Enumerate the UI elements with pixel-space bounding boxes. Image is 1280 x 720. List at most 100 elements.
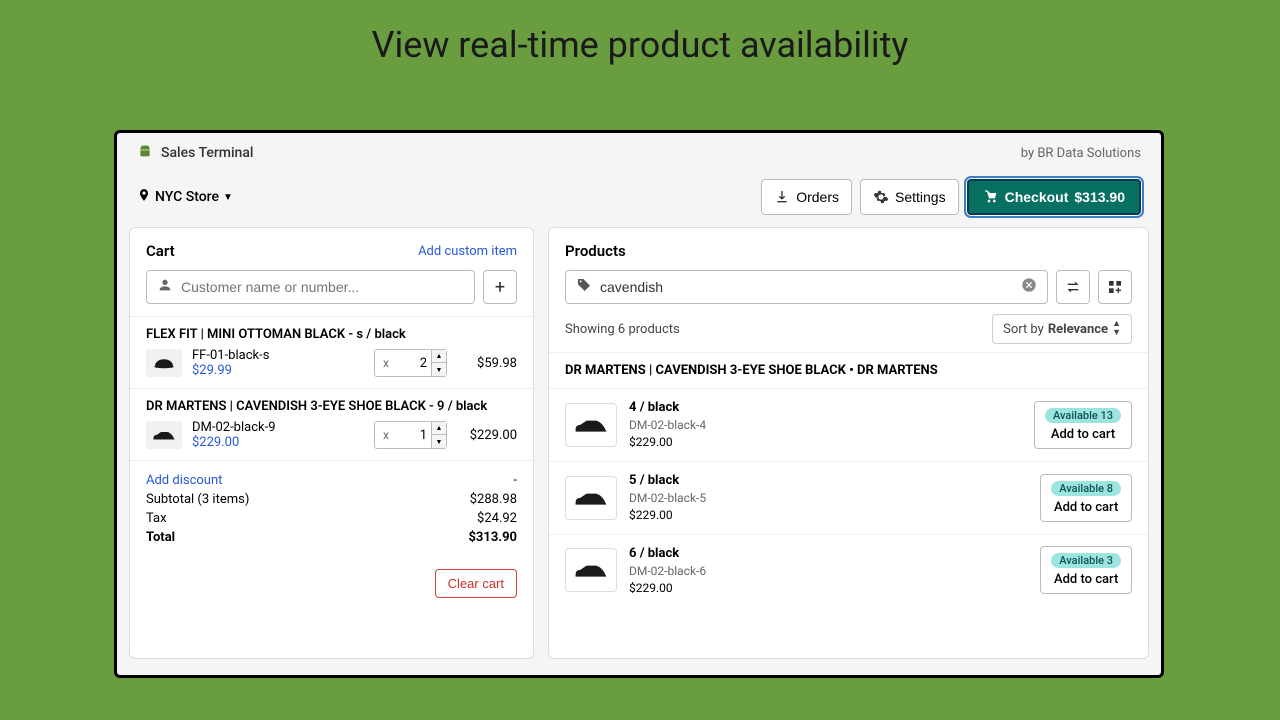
qty-up-button[interactable]: ▲ [432,422,446,435]
variant-thumbnail [565,476,617,520]
qty-value: 2 [397,356,431,371]
topbar-actions: Orders Settings Checkout $313.90 [761,179,1141,215]
caret-down-icon: ▼ [223,192,233,203]
clear-cart-button[interactable]: Clear cart [435,569,517,598]
location-icon [137,188,151,206]
store-selector[interactable]: NYC Store ▼ [137,188,233,206]
checkout-total: $313.90 [1074,189,1125,205]
add-to-cart-label: Add to cart [1054,500,1118,515]
app-brand: Sales Terminal [137,143,253,163]
availability-badge: Available 3 [1051,553,1121,568]
person-icon [157,277,173,297]
variant-price: $229.00 [629,434,1022,451]
product-group-header: DR MARTENS | CAVENDISH 3-EYE SHOE BLACK … [549,352,1148,389]
sort-caret-icon: ▲▼ [1112,320,1121,338]
qty-x-label: x [375,428,397,442]
topbar: NYC Store ▼ Orders Settings Checkout $31… [117,173,1161,227]
sort-value: Relevance [1048,322,1108,337]
cart-item-sku: DM-02-black-9 [192,420,364,435]
cart-item-unit-price[interactable]: $29.99 [192,363,364,378]
variant-price: $229.00 [629,507,1028,524]
qty-up-button[interactable]: ▲ [432,350,446,363]
quantity-stepper[interactable]: x 2 ▲ ▼ [374,349,447,377]
cart-item-title: DR MARTENS | CAVENDISH 3-EYE SHOE BLACK … [146,399,517,414]
variant-info: 6 / black DM-02-black-6 $229.00 [629,545,1028,597]
cart-item-sku-block: FF-01-black-s $29.99 [192,348,364,378]
qty-value: 1 [397,428,431,443]
product-search[interactable] [565,270,1048,304]
variant-info: 4 / black DM-02-black-4 $229.00 [629,399,1022,451]
cart-item-sku: FF-01-black-s [192,348,364,363]
app-window: Sales Terminal by BR Data Solutions NYC … [114,130,1164,678]
customer-input[interactable] [181,279,464,295]
cart-panel: Cart Add custom item + FLEX FIT | MINI O… [129,227,534,659]
quantity-stepper[interactable]: x 1 ▲ ▼ [374,421,447,449]
cart-item: DR MARTENS | CAVENDISH 3-EYE SHOE BLACK … [130,388,533,460]
cart-summary: Add discount - Subtotal (3 items) $288.9… [130,460,533,561]
cart-item-title: FLEX FIT | MINI OTTOMAN BLACK - s / blac… [146,327,517,342]
product-thumbnail [146,349,182,377]
variant-row: 6 / black DM-02-black-6 $229.00 Availabl… [549,535,1148,607]
plus-icon: + [495,277,505,298]
cart-item-unit-price[interactable]: $229.00 [192,435,364,450]
subtotal-value: $288.98 [470,492,517,507]
cart-item-sku-block: DM-02-black-9 $229.00 [192,420,364,450]
settings-label: Settings [895,189,946,205]
add-to-cart-label: Add to cart [1054,572,1118,587]
add-to-cart-button[interactable]: Available 3 Add to cart [1040,546,1132,594]
sort-button[interactable]: Sort by Relevance ▲▼ [992,314,1132,344]
page-heading: View real-time product availability [0,0,1280,84]
cart-item-line-total: $229.00 [457,428,517,443]
total-label: Total [146,530,175,545]
settings-button[interactable]: Settings [860,179,959,215]
qty-down-button[interactable]: ▼ [432,435,446,448]
variant-row: 4 / black DM-02-black-4 $229.00 Availabl… [549,389,1148,462]
add-discount-link[interactable]: Add discount [146,473,222,488]
sort-prefix: Sort by [1003,322,1044,337]
add-custom-item-link[interactable]: Add custom item [418,244,517,259]
add-customer-button[interactable]: + [483,270,517,304]
checkout-label: Checkout [1005,189,1069,205]
variant-info: 5 / black DM-02-black-5 $229.00 [629,472,1028,524]
subtotal-label: Subtotal (3 items) [146,492,249,507]
variant-thumbnail [565,403,617,447]
total-value: $313.90 [468,530,517,545]
product-search-input[interactable] [600,279,1013,295]
grid-view-button[interactable] [1098,270,1132,304]
results-count: Showing 6 products [565,322,680,337]
qty-down-button[interactable]: ▼ [432,363,446,376]
cart-item-line-total: $59.98 [457,356,517,371]
add-to-cart-label: Add to cart [1051,427,1115,442]
tag-icon [576,277,592,297]
product-thumbnail [146,421,182,449]
variant-title: 4 / black [629,399,1022,417]
orders-label: Orders [796,189,839,205]
app-header: Sales Terminal by BR Data Solutions [117,133,1161,173]
variant-sku: DM-02-black-5 [629,490,1028,507]
add-to-cart-button[interactable]: Available 13 Add to cart [1034,401,1132,449]
cart-title: Cart [146,242,175,260]
checkout-button[interactable]: Checkout $313.90 [967,179,1141,215]
clear-search-icon[interactable] [1021,277,1037,297]
qty-x-label: x [375,356,397,370]
products-title: Products [565,242,626,260]
variant-row: 5 / black DM-02-black-5 $229.00 Availabl… [549,462,1148,535]
store-name: NYC Store [155,189,219,205]
products-panel: Products [548,227,1149,659]
availability-badge: Available 8 [1051,481,1121,496]
add-to-cart-button[interactable]: Available 8 Add to cart [1040,474,1132,522]
customer-input-group[interactable] [146,270,475,304]
variant-thumbnail [565,548,617,592]
variant-title: 5 / black [629,472,1028,490]
variant-price: $229.00 [629,580,1028,597]
discount-value: - [513,473,517,488]
swap-button[interactable] [1056,270,1090,304]
tax-value: $24.92 [477,511,517,526]
terminal-icon [137,143,153,163]
variant-sku: DM-02-black-4 [629,417,1022,434]
tax-label: Tax [146,511,167,526]
orders-button[interactable]: Orders [761,179,852,215]
app-title: Sales Terminal [161,145,253,161]
cart-item: FLEX FIT | MINI OTTOMAN BLACK - s / blac… [130,316,533,388]
byline: by BR Data Solutions [1021,146,1141,161]
